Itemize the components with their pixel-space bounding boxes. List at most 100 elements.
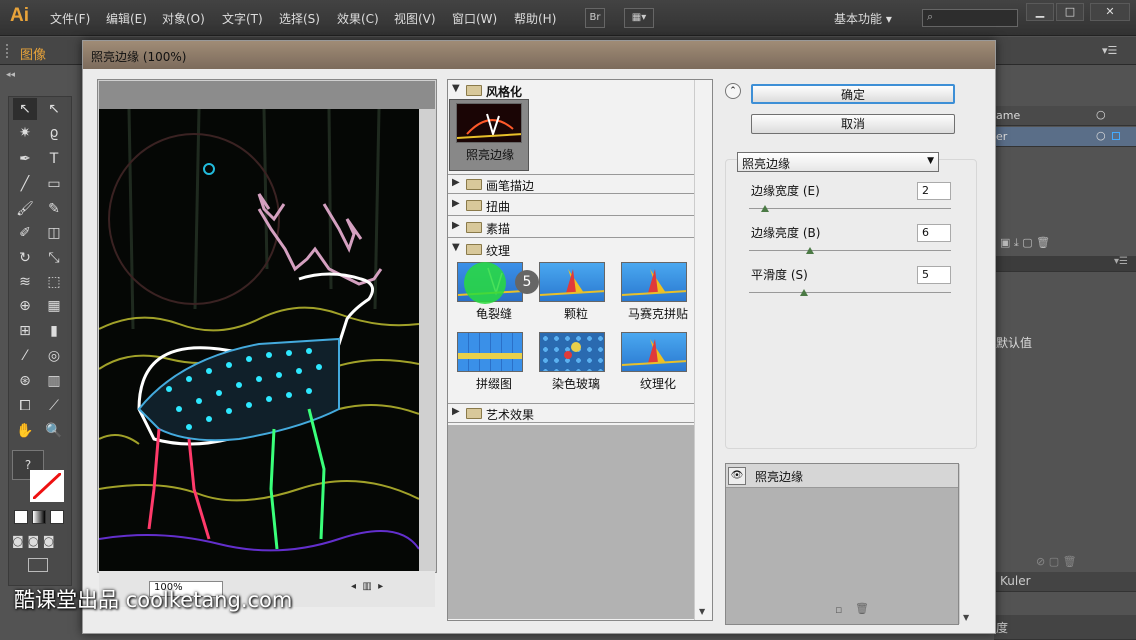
type-tool-icon[interactable]: T	[42, 148, 66, 170]
menu-effect[interactable]: 效果(C)	[337, 10, 379, 27]
kuler-panel-tab[interactable]: Kuler	[994, 572, 1136, 592]
category-stylize[interactable]: ▼ 风格化	[448, 81, 694, 101]
paintbrush-tool-icon[interactable]: 🖌	[13, 198, 37, 220]
stroke-swatch[interactable]	[30, 470, 64, 502]
minimize-button[interactable]: ▁	[1026, 3, 1054, 21]
collapsed-arrow-icon: ▶	[452, 177, 460, 188]
layers-scrollbar[interactable]: ▼	[959, 464, 973, 624]
collapse-gallery-icon[interactable]: ⌃	[725, 83, 741, 99]
layer-panel-row[interactable]: ame ○	[994, 106, 1136, 126]
lasso-tool-icon[interactable]: ϱ	[42, 122, 66, 144]
scroll-down-icon[interactable]: ▼	[699, 607, 705, 616]
menu-view[interactable]: 视图(V)	[394, 10, 436, 27]
horizontal-scrollbar[interactable]: ◂ ▥ ▸	[351, 581, 435, 595]
maximize-button[interactable]: □	[1056, 3, 1084, 21]
panel-menu-icon[interactable]: ▾☰	[1102, 44, 1117, 57]
delete-effect-layer-icon[interactable]: 🗑	[855, 602, 869, 615]
category-artistic[interactable]: ▶ 艺术效果	[448, 403, 694, 423]
smoothness-slider[interactable]	[749, 292, 951, 293]
eyedropper-tool-icon[interactable]: ⁄	[13, 345, 37, 367]
category-distort[interactable]: ▶ 扭曲	[448, 196, 694, 216]
eraser-tool-icon[interactable]: ◫	[42, 222, 66, 244]
ok-button[interactable]: 确定	[751, 84, 955, 104]
zoom-tool-icon[interactable]: 🔍	[42, 420, 66, 442]
effect-layer-name: 照亮边缘	[755, 470, 804, 484]
smoothness-input[interactable]: 5	[917, 266, 951, 284]
filter-item-glowing-edges-selected[interactable]: 照亮边缘	[449, 99, 529, 171]
filter-select-dropdown[interactable]: 照亮边缘 ▼	[737, 152, 939, 172]
menu-help[interactable]: 帮助(H)	[514, 10, 556, 27]
category-sketch[interactable]: ▶ 素描	[448, 218, 694, 238]
blend-tool-icon[interactable]: ◎	[42, 345, 66, 367]
control-bar-label: 图像	[20, 48, 47, 63]
width-tool-icon[interactable]: ≋	[13, 271, 37, 293]
slice-tool-icon[interactable]: ⟋	[42, 395, 66, 417]
color-icon[interactable]	[14, 510, 28, 524]
rotate-tool-icon[interactable]: ↻	[13, 247, 37, 269]
arrange-documents-button[interactable]: ▦▾	[624, 8, 654, 28]
scroll-down-icon[interactable]: ▼	[963, 613, 969, 622]
gradient-tool-icon[interactable]: ▮	[42, 320, 66, 342]
gradient-icon[interactable]	[32, 510, 46, 524]
category-brush-strokes[interactable]: ▶ 画笔描边	[448, 174, 694, 194]
smoothness-slider-knob[interactable]	[799, 289, 808, 296]
edge-width-input[interactable]: 2	[917, 182, 951, 200]
selection-tool-icon[interactable]: ↖	[13, 98, 37, 120]
mesh-tool-icon[interactable]: ⊞	[13, 320, 37, 342]
drawing-modes-icon[interactable]: ◙ ◙ ◙	[12, 534, 55, 548]
rectangle-tool-icon[interactable]: ▭	[42, 173, 66, 195]
target-icon[interactable]: ○	[1096, 108, 1106, 121]
filter-item-grain[interactable]: 颗粒	[535, 261, 617, 327]
none-icon[interactable]	[50, 510, 64, 524]
edge-width-slider[interactable]	[749, 208, 951, 209]
bridge-button[interactable]: Br	[585, 8, 605, 28]
layers-panel-footer-icons[interactable]: ▣ ⤓ ▢ 🗑	[1000, 236, 1050, 250]
magic-wand-tool-icon[interactable]: ✷	[13, 122, 37, 144]
collapsed-arrow-icon: ▶	[452, 406, 460, 417]
line-tool-icon[interactable]: ╱	[13, 173, 37, 195]
cursor-highlight	[464, 262, 506, 304]
edge-width-slider-knob[interactable]	[761, 205, 770, 212]
eye-icon[interactable]: 👁	[728, 467, 746, 485]
screen-mode-icon[interactable]	[28, 558, 48, 572]
pen-tool-icon[interactable]: ✒	[13, 148, 37, 170]
menu-file[interactable]: 文件(F)	[50, 10, 90, 27]
menu-type[interactable]: 文字(T)	[222, 10, 263, 27]
panel-tab[interactable]: 度	[994, 615, 1136, 640]
target-icon[interactable]: ○	[1096, 129, 1106, 142]
direct-selection-tool-icon[interactable]: ↖	[42, 98, 66, 120]
menu-window[interactable]: 窗口(W)	[452, 10, 497, 27]
edge-brightness-slider[interactable]	[749, 250, 951, 251]
scale-tool-icon[interactable]: ⤡	[42, 247, 66, 269]
symbol-sprayer-tool-icon[interactable]: ⊛	[13, 370, 37, 392]
pencil-tool-icon[interactable]: ✎	[42, 198, 66, 220]
default-value-item[interactable]: 默认值	[996, 334, 1032, 351]
panel-footer-icons[interactable]: ⊘ ▢ 🗑	[1036, 555, 1077, 568]
workspace-switcher[interactable]: 基本功能 ▾	[834, 10, 892, 27]
filter-item-mosaic-tiles[interactable]: 马赛克拼贴	[617, 261, 699, 327]
collapse-toolbox-icon[interactable]: ◂◂	[6, 70, 15, 80]
artboard-tool-icon[interactable]: ⧠	[13, 395, 37, 417]
new-effect-layer-icon[interactable]: ▫	[835, 603, 842, 616]
category-texture[interactable]: ▼ 纹理	[448, 240, 694, 260]
free-transform-tool-icon[interactable]: ⬚	[42, 271, 66, 293]
close-button[interactable]: ✕	[1090, 3, 1130, 21]
filter-item-patchwork[interactable]: 拼缀图	[453, 331, 535, 397]
perspective-grid-tool-icon[interactable]: ▦	[42, 295, 66, 317]
filter-item-texturizer[interactable]: 纹理化	[617, 331, 699, 397]
menu-select[interactable]: 选择(S)	[279, 10, 320, 27]
shape-builder-tool-icon[interactable]: ⊕	[13, 295, 37, 317]
edge-brightness-input[interactable]: 6	[917, 224, 951, 242]
blob-brush-tool-icon[interactable]: ✐	[13, 222, 37, 244]
column-graph-tool-icon[interactable]: ▥	[42, 370, 66, 392]
edge-brightness-slider-knob[interactable]	[805, 247, 814, 254]
menu-object[interactable]: 对象(O)	[162, 10, 205, 27]
search-input[interactable]: ⌕	[922, 9, 1018, 27]
hand-tool-icon[interactable]: ✋	[13, 420, 37, 442]
menu-edit[interactable]: 编辑(E)	[106, 10, 147, 27]
cancel-button[interactable]: 取消	[751, 114, 955, 134]
preview-image[interactable]	[99, 109, 419, 571]
filter-item-stained-glass[interactable]: 染色玻璃	[535, 331, 617, 397]
layer-panel-row[interactable]: er ○	[994, 127, 1136, 147]
dialog-titlebar[interactable]	[83, 41, 995, 69]
